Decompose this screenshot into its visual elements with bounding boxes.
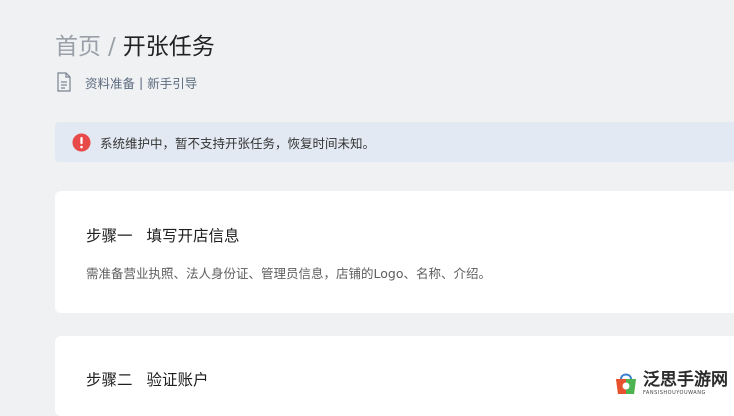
breadcrumb-home[interactable]: 首页	[55, 34, 101, 60]
app-store-logo-icon	[616, 373, 636, 394]
doc-links: 资料准备 | 新手引导	[57, 71, 197, 93]
exclamation-circle-icon	[72, 132, 91, 152]
step-1-description: 需准备营业执照、法人身份证、管理员信息，店铺的Logo、名称、介绍。	[86, 266, 491, 281]
document-icon	[57, 72, 71, 92]
alert-message: 系统维护中，暂不支持开张任务，恢复时间未知。	[100, 135, 376, 151]
breadcrumb: 首页 / 开张任务	[55, 31, 215, 63]
prepare-materials-link[interactable]: 资料准备	[85, 73, 135, 92]
site-watermark: 泛思手游网 FANSISHOUYOUWANG	[613, 370, 728, 396]
step-card-1: 步骤一 填写开店信息 需准备营业执照、法人身份证、管理员信息，店铺的Logo、名称…	[55, 191, 734, 313]
step-2-title: 步骤二 验证账户	[86, 368, 209, 390]
step-1-number: 步骤一	[86, 227, 133, 245]
page-title: 开张任务	[122, 34, 215, 60]
breadcrumb-separator: /	[108, 34, 116, 60]
step-2-name: 验证账户	[146, 371, 209, 389]
watermark-subtext: FANSISHOUYOUWANG	[643, 389, 706, 396]
step-2-number: 步骤二	[86, 371, 133, 389]
link-divider: |	[139, 74, 144, 90]
step-1-title: 步骤一 填写开店信息	[86, 224, 240, 246]
step-1-name: 填写开店信息	[146, 227, 240, 245]
beginner-guide-link[interactable]: 新手引导	[147, 73, 197, 92]
maintenance-alert: 系统维护中，暂不支持开张任务，恢复时间未知。	[55, 122, 734, 162]
watermark-text: 泛思手游网	[643, 369, 728, 390]
